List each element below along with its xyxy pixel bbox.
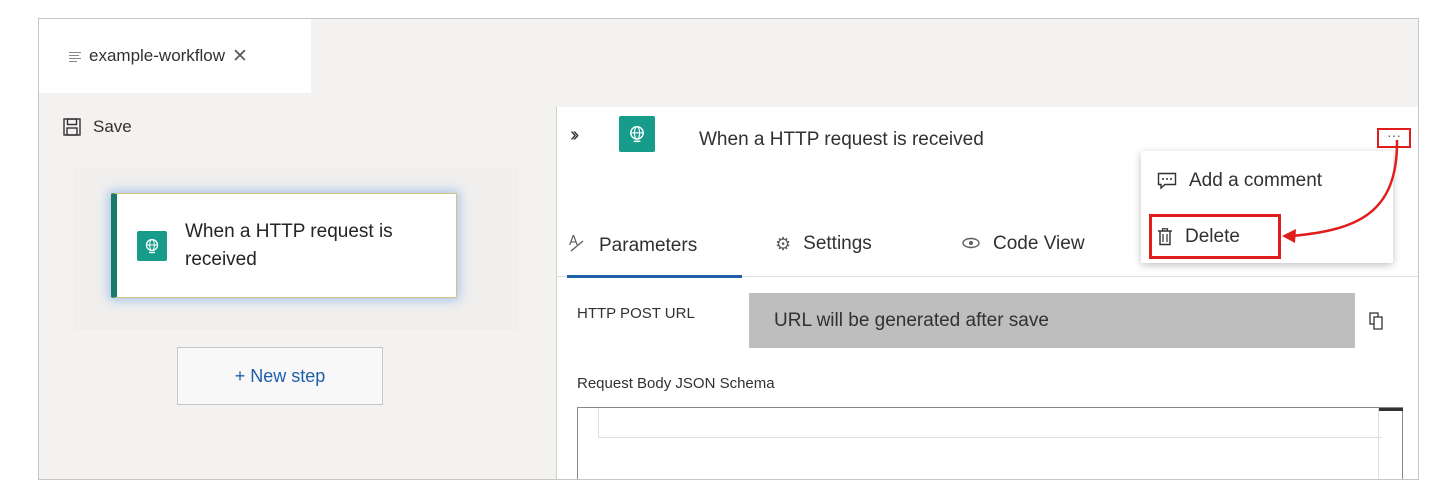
- http-request-icon: [619, 116, 655, 152]
- delete-highlight-box: [1149, 214, 1281, 259]
- tab-settings[interactable]: ⚙ Settings: [775, 233, 872, 255]
- trigger-card[interactable]: When a HTTP request is received: [111, 193, 457, 298]
- eye-icon: [961, 234, 981, 255]
- http-request-icon: [137, 230, 167, 261]
- editor-scrollbar[interactable]: [1378, 408, 1403, 479]
- designer-pane: Save When a HTTP request is received + N…: [39, 93, 556, 479]
- request-body-schema-editor[interactable]: [577, 407, 1403, 479]
- save-label: Save: [93, 117, 132, 136]
- request-body-schema-label: Request Body JSON Schema: [577, 375, 775, 392]
- tab-settings-label: Settings: [803, 233, 872, 254]
- copy-icon[interactable]: [1369, 312, 1383, 335]
- details-title: When a HTTP request is received: [699, 129, 984, 150]
- add-comment-menu-item[interactable]: Add a comment: [1141, 159, 1393, 203]
- close-icon[interactable]: ✕: [232, 45, 248, 68]
- http-post-url-label: HTTP POST URL: [577, 305, 695, 322]
- tab-parameters-label: Parameters: [599, 234, 698, 256]
- more-options-button[interactable]: ···: [1377, 128, 1411, 148]
- add-comment-label: Add a comment: [1189, 170, 1323, 191]
- tab-example-workflow[interactable]: example-workflow ✕: [39, 19, 311, 93]
- comment-icon: [1157, 172, 1177, 190]
- new-step-button[interactable]: + New step: [177, 347, 383, 405]
- tab-strip: example-workflow ✕: [39, 19, 1418, 93]
- save-icon: [63, 118, 81, 136]
- tab-title: example-workflow: [89, 46, 226, 65]
- workflow-lines-icon: [69, 51, 81, 62]
- parameters-icon: A: [569, 233, 587, 258]
- tab-parameters[interactable]: A Parameters: [569, 233, 697, 258]
- settings-gear-icon: ⚙: [775, 233, 792, 254]
- tab-code-view-label: Code View: [993, 233, 1085, 254]
- tab-code-view[interactable]: Code View: [961, 233, 1085, 255]
- active-tab-indicator: [567, 275, 742, 278]
- http-post-url-field: URL will be generated after save: [749, 293, 1355, 348]
- collapse-pane-icon[interactable]: ››: [570, 124, 580, 147]
- trigger-card-title: When a HTTP request is received: [185, 220, 393, 270]
- save-button[interactable]: Save: [63, 117, 132, 137]
- editor-first-line: [598, 408, 1382, 438]
